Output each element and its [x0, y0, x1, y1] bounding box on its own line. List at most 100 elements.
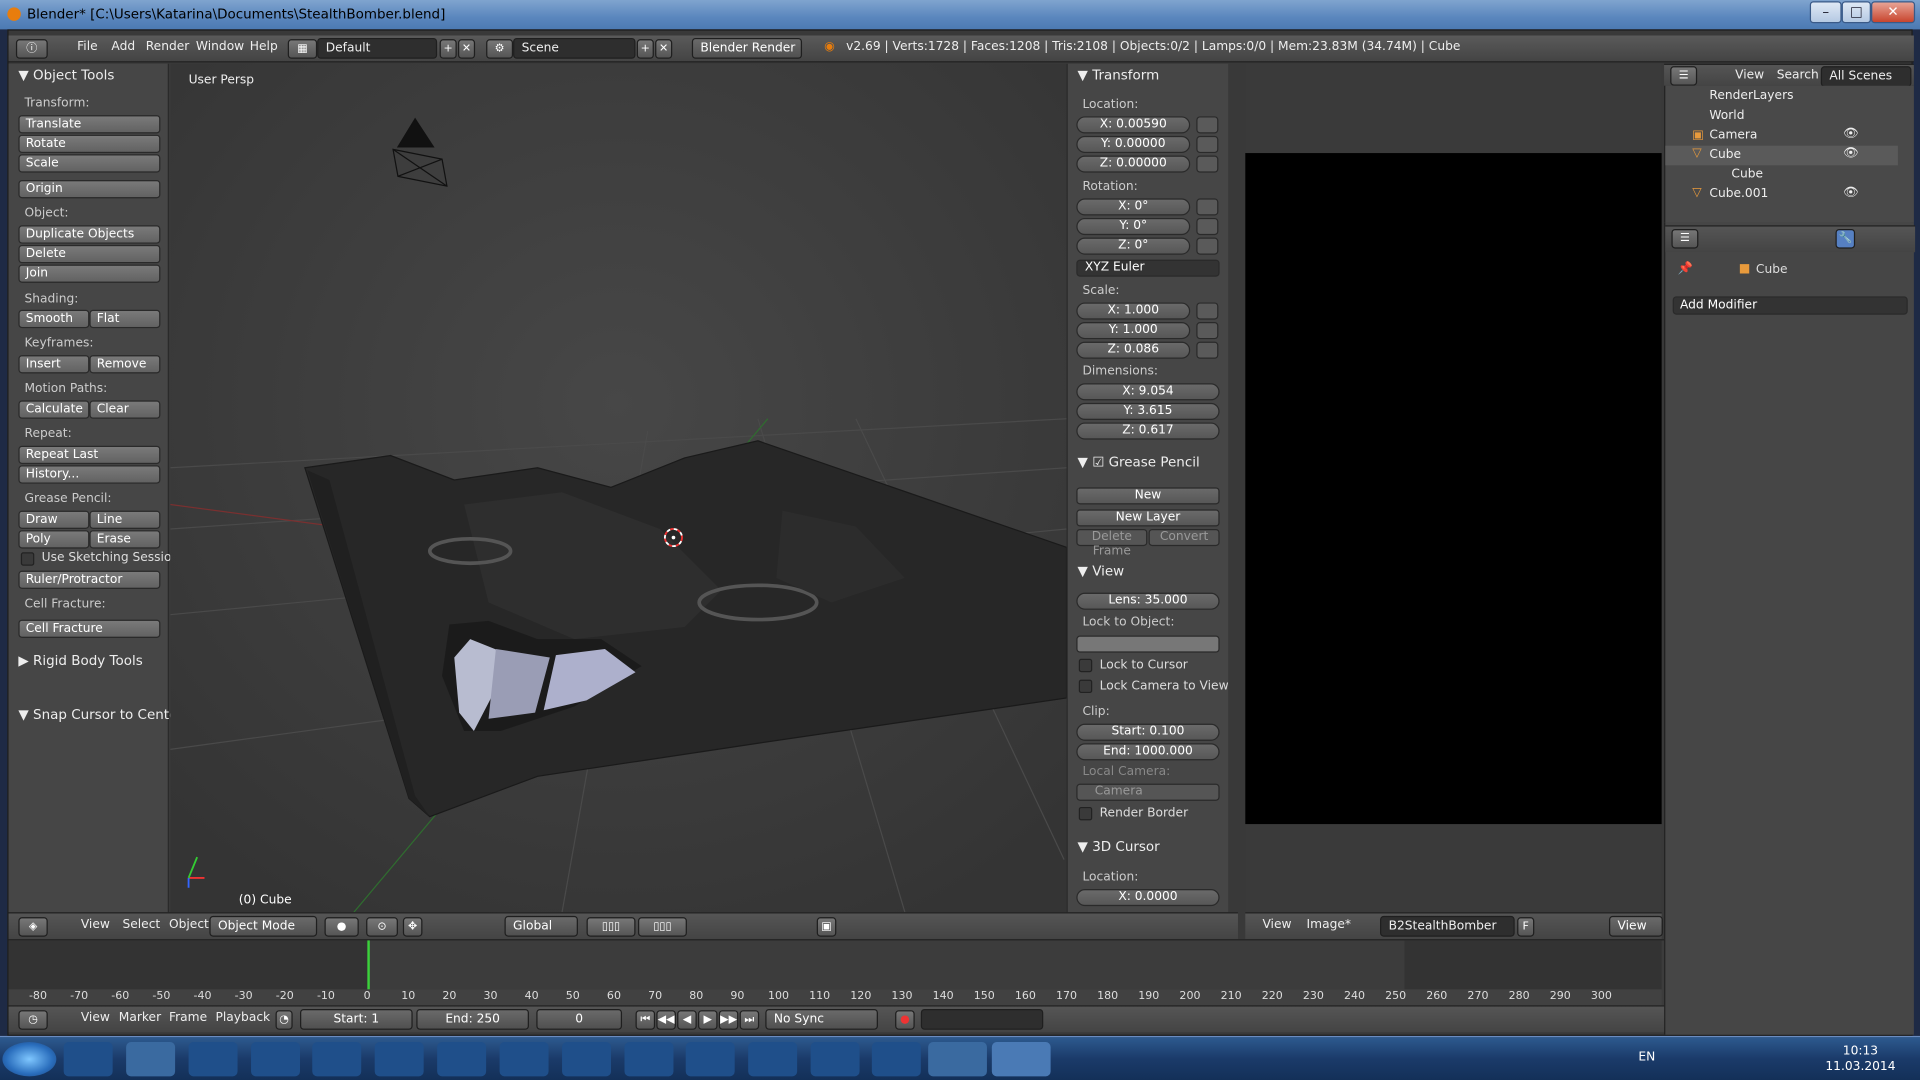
blender-taskbar-icon[interactable] — [991, 1042, 1051, 1077]
maximize-button[interactable]: □ — [1841, 1, 1872, 24]
location-y-lock-icon[interactable] — [1196, 135, 1219, 154]
play-reverse-icon[interactable]: ◀ — [677, 1010, 697, 1030]
calculator-icon[interactable] — [748, 1042, 798, 1077]
internet-explorer-icon[interactable] — [63, 1042, 113, 1077]
firefox-icon[interactable] — [188, 1042, 238, 1077]
minimize-button[interactable]: – — [1809, 1, 1842, 24]
lock-object-field[interactable] — [1076, 635, 1220, 653]
scale-button[interactable]: Scale — [18, 154, 161, 173]
poly-button[interactable]: Poly — [18, 530, 90, 549]
visibility-eye-icon[interactable]: 👁 — [1843, 127, 1859, 140]
outliner-row-cube[interactable]: ▽ Cube 👁 — [1665, 145, 1898, 166]
flat-button[interactable]: Flat — [89, 309, 161, 329]
viewport-shading-icon[interactable]: ● — [324, 917, 359, 937]
outliner-row-cube001[interactable]: ▽ Cube.001 👁 — [1665, 185, 1898, 205]
image-menu-image[interactable]: Image* — [1307, 918, 1351, 931]
visibility-eye-icon[interactable]: 👁 — [1843, 186, 1859, 199]
scene-icon[interactable]: ⚙ — [486, 39, 514, 59]
app3-icon[interactable] — [685, 1042, 735, 1077]
viewport-menu-view[interactable]: View — [81, 918, 110, 931]
end-frame-field[interactable]: End: 250 — [416, 1008, 529, 1030]
layers-icon[interactable]: ▯▯▯ — [586, 917, 636, 937]
delete-frame-button[interactable]: Delete Frame — [1076, 528, 1148, 558]
cursor-x-field[interactable]: X: 0.0000 — [1076, 888, 1220, 907]
dimension-y-field[interactable]: Y: 3.615 — [1076, 402, 1220, 421]
repeat-last-button[interactable]: Repeat Last — [18, 445, 161, 465]
scale-z-field[interactable]: Z: 0.086 — [1076, 341, 1191, 359]
join-button[interactable]: Join — [18, 264, 161, 283]
layers-2-icon[interactable]: ▯▯▯ — [637, 917, 687, 937]
record-icon[interactable]: ● — [895, 1010, 915, 1030]
pin-icon[interactable]: 📌 — [1678, 262, 1693, 275]
menu-add[interactable]: Add — [111, 40, 135, 53]
fake-user-button[interactable]: F — [1517, 917, 1535, 937]
render-image-canvas[interactable] — [1245, 153, 1662, 825]
jump-start-icon[interactable]: ⏮ — [635, 1010, 656, 1030]
keying-set-field[interactable] — [920, 1008, 1044, 1030]
screen-layout-field[interactable]: Default — [317, 37, 438, 59]
dimension-z-field[interactable]: Z: 0.617 — [1076, 422, 1220, 440]
scale-x-lock-icon[interactable] — [1196, 302, 1219, 320]
render-preview-icon[interactable]: ▣ — [816, 917, 837, 937]
language-indicator[interactable]: EN — [1638, 1051, 1655, 1064]
jump-end-icon[interactable]: ⏭ — [739, 1010, 760, 1030]
editor-type-info-icon[interactable]: ⓘ — [15, 39, 48, 59]
outliner-row-camera[interactable]: ▣ Camera 👁 — [1665, 126, 1898, 146]
dimension-x-field[interactable]: X: 9.054 — [1076, 383, 1220, 401]
viewport-menu-select[interactable]: Select — [122, 918, 160, 931]
snap-cursor-header[interactable]: ▼ Snap Cursor to Center — [18, 707, 183, 723]
media-player-icon[interactable] — [312, 1042, 362, 1077]
delete-button[interactable]: Delete — [18, 244, 161, 264]
next-keyframe-icon[interactable]: ▶▶ — [718, 1010, 739, 1030]
duplicate-objects-button[interactable]: Duplicate Objects — [18, 225, 161, 244]
image-menu-view[interactable]: View — [1262, 918, 1291, 931]
itunes-icon[interactable] — [871, 1042, 921, 1077]
render-border-checkbox[interactable] — [1078, 806, 1093, 821]
scale-y-field[interactable]: Y: 1.000 — [1076, 322, 1191, 340]
properties-editor-icon[interactable]: ☰ — [1671, 228, 1699, 249]
add-scene-icon[interactable]: + — [636, 39, 654, 59]
image-name-field[interactable]: B2StealthBomber — [1380, 915, 1515, 937]
outliner-menu-view[interactable]: View — [1735, 69, 1764, 82]
scale-y-lock-icon[interactable] — [1196, 322, 1219, 340]
scale-x-field[interactable]: X: 1.000 — [1076, 302, 1191, 320]
location-x-lock-icon[interactable] — [1196, 116, 1219, 134]
lens-field[interactable]: Lens: 35.000 — [1076, 592, 1220, 610]
draw-button[interactable]: Draw — [18, 510, 90, 529]
insert-keyframe-button[interactable]: Insert — [18, 355, 90, 374]
clear-button[interactable]: Clear — [89, 400, 161, 419]
history-button[interactable]: History... — [18, 465, 161, 484]
erase-button[interactable]: Erase — [89, 530, 161, 549]
origin-button[interactable]: Origin — [18, 180, 161, 199]
remove-screen-icon[interactable]: ✕ — [457, 39, 476, 59]
outliner-row-world[interactable]: World — [1665, 107, 1898, 127]
viewport-menu-object[interactable]: Object — [169, 918, 209, 931]
rotation-z-lock-icon[interactable] — [1196, 237, 1219, 255]
clip-end-field[interactable]: End: 1000.000 — [1076, 743, 1220, 761]
new-layer-button[interactable]: New Layer — [1076, 509, 1220, 527]
3d-viewport[interactable]: User Persp (0) Cube — [170, 63, 1067, 913]
lock-camera-checkbox[interactable] — [1078, 679, 1093, 694]
remove-scene-icon[interactable]: ✕ — [655, 39, 673, 59]
line-button[interactable]: Line — [89, 510, 161, 529]
timeline-menu-frame[interactable]: Frame — [169, 1011, 207, 1024]
rotation-x-lock-icon[interactable] — [1196, 198, 1219, 216]
menu-help[interactable]: Help — [250, 40, 278, 53]
outliner-scenes-select[interactable]: All Scenes — [1820, 66, 1912, 87]
smooth-button[interactable]: Smooth — [18, 309, 90, 329]
prev-keyframe-icon[interactable]: ◀◀ — [656, 1010, 676, 1030]
rotate-button[interactable]: Rotate — [18, 134, 161, 154]
sketching-sessions-checkbox[interactable] — [20, 552, 35, 566]
location-z-lock-icon[interactable] — [1196, 155, 1219, 173]
photos-icon[interactable] — [437, 1042, 487, 1077]
image-view-select[interactable]: View — [1608, 915, 1663, 937]
screen-layout-icon[interactable]: ▦ — [287, 39, 318, 59]
timeline[interactable]: -80 -70 -60 -50 -40 -30 -20 -10 0 10 20 30 40 50 60 70 8… — [8, 939, 1665, 1011]
explorer-icon[interactable] — [251, 1042, 301, 1077]
view-panel-header[interactable]: ▼ View — [1078, 563, 1125, 579]
timeline-menu-view[interactable]: View — [81, 1011, 110, 1024]
remove-keyframe-button[interactable]: Remove — [89, 355, 161, 374]
grease-pencil-new-button[interactable]: New — [1076, 487, 1220, 505]
app2-icon[interactable] — [562, 1042, 612, 1077]
skype-icon[interactable] — [624, 1042, 674, 1077]
